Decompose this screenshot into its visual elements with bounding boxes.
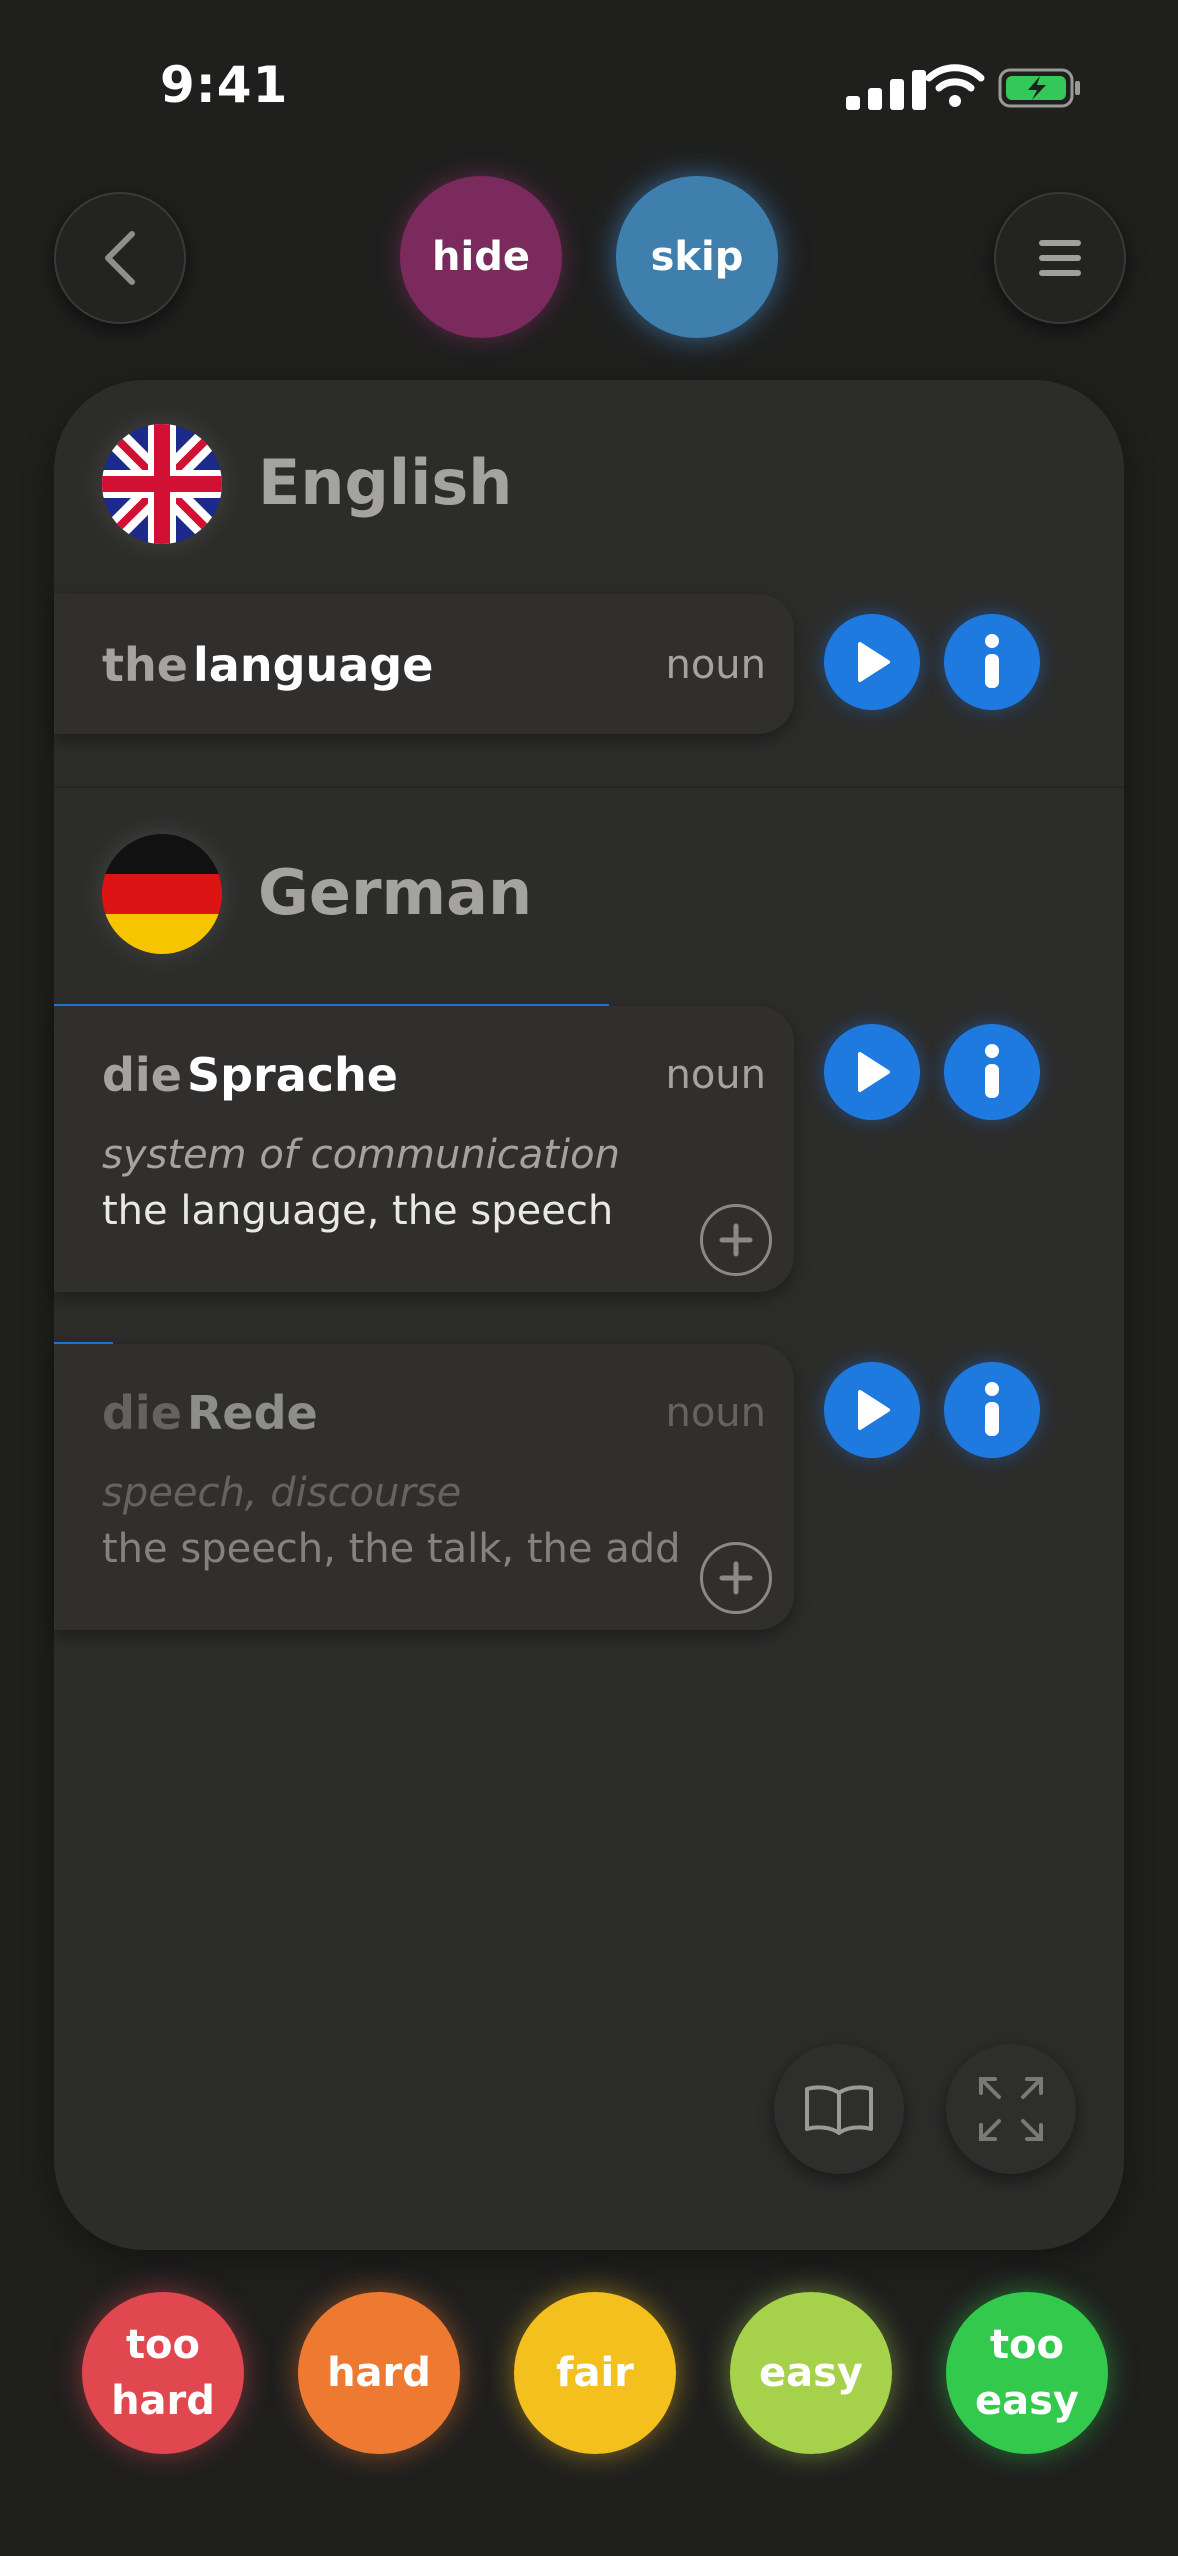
translation-play-button[interactable] [824,1024,920,1120]
info-icon [985,1382,999,1436]
fullscreen-icon [979,2077,1043,2141]
translation-meanings: the language, the speech [102,1188,614,1234]
add-button[interactable] [700,1542,772,1614]
source-play-button[interactable] [824,614,920,710]
status-time: 9:41 [160,56,289,114]
menu-icon [1039,240,1081,276]
germany-flag-icon [102,834,222,954]
translation-article: die [102,1386,182,1440]
translation-definition: speech, discourse [102,1470,462,1516]
menu-button[interactable] [994,192,1126,324]
info-icon [985,634,999,688]
rate-hard-button[interactable]: hard [298,2292,460,2454]
translation-word: Sprache [187,1048,398,1102]
translation-play-button[interactable] [824,1362,920,1458]
book-icon [805,2085,873,2135]
translation-info-button[interactable] [944,1024,1040,1120]
rate-easy-button[interactable]: easy [730,2292,892,2454]
source-info-button[interactable] [944,614,1040,710]
translation-pos: noun [665,1052,766,1098]
plus-icon [719,1223,753,1257]
translation-card[interactable]: die Rede noun speech, discourse the spee… [54,1344,794,1630]
play-icon [858,1052,890,1092]
info-icon [985,1044,999,1098]
rate-too-hard-button[interactable]: too hard [82,2292,244,2454]
plus-icon [719,1561,753,1595]
back-button[interactable] [54,192,186,324]
source-language-title: English [258,446,513,519]
translation-article: die [102,1048,182,1102]
play-icon [858,1390,890,1430]
rate-too-easy-button[interactable]: too easy [946,2292,1108,2454]
uk-flag-icon [102,424,222,544]
translation-card[interactable]: die Sprache noun system of communication… [54,1006,794,1292]
translation-word: Rede [187,1386,318,1440]
source-pos: noun [665,642,766,688]
hide-button[interactable]: hide [400,176,562,338]
add-button[interactable] [700,1204,772,1276]
source-word: language [193,638,434,692]
target-language-title: German [258,856,533,929]
rate-fair-button[interactable]: fair [514,2292,676,2454]
wifi-icon [925,64,985,107]
skip-button[interactable]: skip [616,176,778,338]
translation-definition: system of communication [102,1132,620,1178]
back-icon [105,231,135,285]
battery-icon [998,68,1080,108]
translation-meanings: the speech, the talk, the add... [102,1526,682,1572]
fullscreen-button[interactable] [946,2044,1076,2174]
section-divider [54,786,1124,788]
translation-info-button[interactable] [944,1362,1040,1458]
translation-pos: noun [665,1390,766,1436]
source-word-card[interactable]: the language noun [54,594,794,734]
source-article: the [102,638,188,692]
dictionary-button[interactable] [774,2044,904,2174]
play-icon [858,642,890,682]
